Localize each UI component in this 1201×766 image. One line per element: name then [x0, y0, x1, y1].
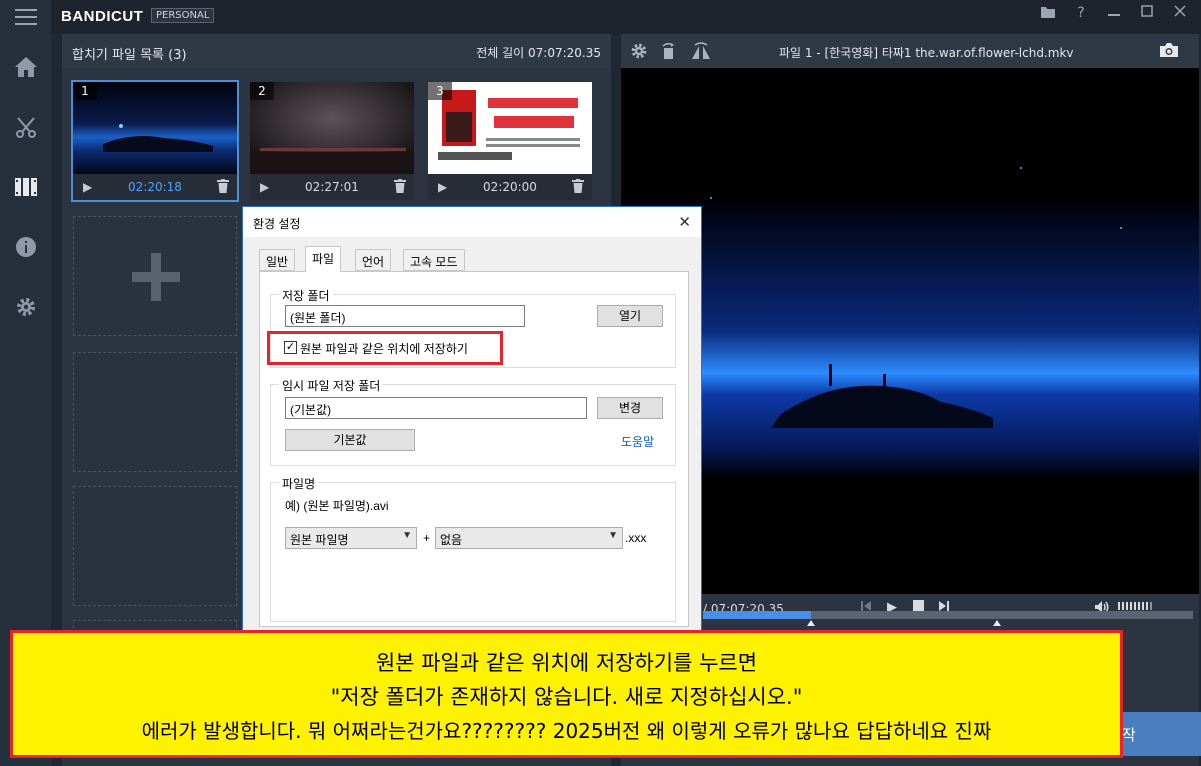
extension-label: .xxx: [625, 531, 647, 545]
menu-icon[interactable]: [13, 4, 39, 30]
same-location-highlight: ✓ 원본 파일과 같은 위치에 저장하기: [267, 331, 503, 365]
help-link[interactable]: 도움말: [621, 433, 654, 450]
tab-language[interactable]: 언어: [355, 249, 392, 271]
dialog-title: 환경 설정: [253, 217, 301, 231]
help-icon[interactable]: ?: [1070, 5, 1092, 25]
item-controls: ▶ 02:20:00: [428, 174, 592, 200]
minimize-icon[interactable]: [1103, 5, 1125, 25]
filename-label: 파일명: [279, 475, 319, 492]
rotate-icon[interactable]: [659, 42, 679, 60]
close-icon[interactable]: ✕: [678, 213, 691, 231]
preview-header: 파일 1 - [한국영화] 타짜1 the.war.of.flower-lchd…: [621, 34, 1199, 68]
maximize-icon[interactable]: [1136, 5, 1158, 25]
filename-select-suffix[interactable]: 없음 ▼: [435, 527, 623, 549]
app-logo: BANDICUT: [61, 8, 144, 25]
plus-icon: [132, 253, 180, 301]
item-number: 2: [250, 82, 274, 100]
item-controls: ▶ 02:27:01: [250, 174, 414, 200]
segment-marker[interactable]: [806, 620, 815, 626]
annotation-line-3: 에러가 발생합니다. 뭐 어쩌라는건가요???????? 2025버전 왜 이렇…: [141, 719, 992, 743]
filename-example: 예) (원본 파일명).avi: [285, 499, 389, 513]
trash-icon[interactable]: [394, 179, 406, 193]
merge-item[interactable]: 1 ▶ 02:20:18: [71, 80, 239, 202]
annotation-line-1: 원본 파일과 같은 위치에 저장하기를 누르면: [375, 651, 758, 675]
item-duration: 02:20:00: [483, 180, 537, 194]
timeline[interactable]: [703, 611, 1193, 619]
temp-folder-label: 임시 파일 저장 폴더: [279, 377, 384, 394]
settings-icon[interactable]: [13, 294, 39, 320]
dialog-title-bar: 환경 설정 ✕: [243, 207, 701, 237]
thumbnail-image: [428, 82, 592, 174]
timeline-progress: [703, 611, 811, 619]
video-preview[interactable]: [621, 68, 1199, 594]
annotation-box: 원본 파일과 같은 위치에 저장하기를 누르면 "저장 폴더가 존재하지 않습니…: [10, 630, 1123, 758]
save-folder-input[interactable]: (원본 폴더): [285, 305, 525, 327]
annotation-line-2: "저장 폴더가 존재하지 않습니다. 새로 지정하십시오.": [330, 685, 803, 709]
close-icon[interactable]: [1169, 5, 1191, 25]
tab-file[interactable]: 파일: [305, 246, 342, 272]
item-duration: 02:27:01: [305, 180, 359, 194]
chevron-down-icon: ▼: [402, 530, 412, 541]
item-controls: ▶ 02:20:18: [73, 174, 237, 200]
select-value: 없음: [440, 533, 463, 547]
tab-content: 저장 폴더 (원본 폴더) 열기 임시 파일 저장 폴더 (기본값) 변경 기본…: [259, 271, 689, 627]
same-location-label[interactable]: 원본 파일과 같은 위치에 저장하기: [300, 340, 468, 357]
title-bar: BANDICUT PERSONAL ?: [51, 0, 1201, 34]
merge-icon[interactable]: [13, 174, 39, 200]
item-number: 3: [428, 82, 452, 100]
add-file-slot[interactable]: [73, 216, 237, 336]
merge-item[interactable]: 3 ▶ 02:20:00: [428, 82, 592, 200]
plus-sign: +: [423, 531, 431, 545]
save-folder-label: 저장 폴더: [279, 287, 333, 304]
start-label: 작: [1122, 726, 1136, 744]
chevron-down-icon: ▼: [608, 530, 618, 541]
settings-icon[interactable]: [629, 42, 649, 60]
thumbnail-image: [250, 82, 414, 174]
tab-general[interactable]: 일반: [259, 249, 296, 271]
merge-list-title: 합치기 파일 목록 (3): [72, 48, 187, 63]
empty-slot: [73, 486, 237, 606]
camera-icon[interactable]: [1159, 42, 1179, 60]
open-folder-button[interactable]: 열기: [597, 305, 663, 327]
home-icon[interactable]: [13, 54, 39, 80]
info-icon[interactable]: [13, 234, 39, 260]
trash-icon[interactable]: [572, 179, 584, 193]
same-location-checkbox[interactable]: ✓: [284, 341, 297, 354]
settings-dialog: 환경 설정 ✕ 일반 파일 언어 고속 모드 저장 폴더 (원본 폴더) 열기 …: [242, 206, 702, 632]
tab-fast-mode[interactable]: 고속 모드: [403, 249, 465, 271]
filename-select-base[interactable]: 원본 파일명 ▼: [285, 527, 417, 549]
filename-group: 파일명 예) (원본 파일명).avi 원본 파일명 ▼ + 없음 ▼ .xxx: [270, 475, 676, 622]
trash-icon[interactable]: [217, 179, 229, 193]
item-number: 1: [73, 82, 97, 100]
item-duration: 02:20:18: [128, 180, 182, 194]
thumbnail-image: [73, 82, 237, 174]
segment-marker[interactable]: [993, 620, 1001, 626]
flip-icon[interactable]: [691, 42, 711, 60]
edition-badge: PERSONAL: [151, 8, 215, 23]
change-folder-button[interactable]: 변경: [597, 397, 663, 419]
temp-folder-input[interactable]: (기본값): [285, 397, 587, 419]
empty-slot: [73, 352, 237, 472]
temp-folder-group: 임시 파일 저장 폴더 (기본값) 변경 기본값 도움말: [270, 377, 676, 466]
select-value: 원본 파일명: [290, 533, 349, 547]
cut-icon[interactable]: [13, 114, 39, 140]
preview-file-title: 파일 1 - [한국영화] 타짜1 the.war.of.flower-lchd…: [779, 46, 1074, 60]
default-button[interactable]: 기본값: [285, 429, 415, 451]
total-length: 전체 길이 07:07:20.35: [476, 46, 601, 60]
merge-item[interactable]: 2 ▶ 02:27:01: [250, 82, 414, 200]
playback-controls: / 07:07:20.35 ▶: [621, 594, 1199, 624]
folder-icon[interactable]: [1037, 5, 1059, 25]
merge-list-header: 합치기 파일 목록 (3) 전체 길이 07:07:20.35: [62, 34, 611, 68]
